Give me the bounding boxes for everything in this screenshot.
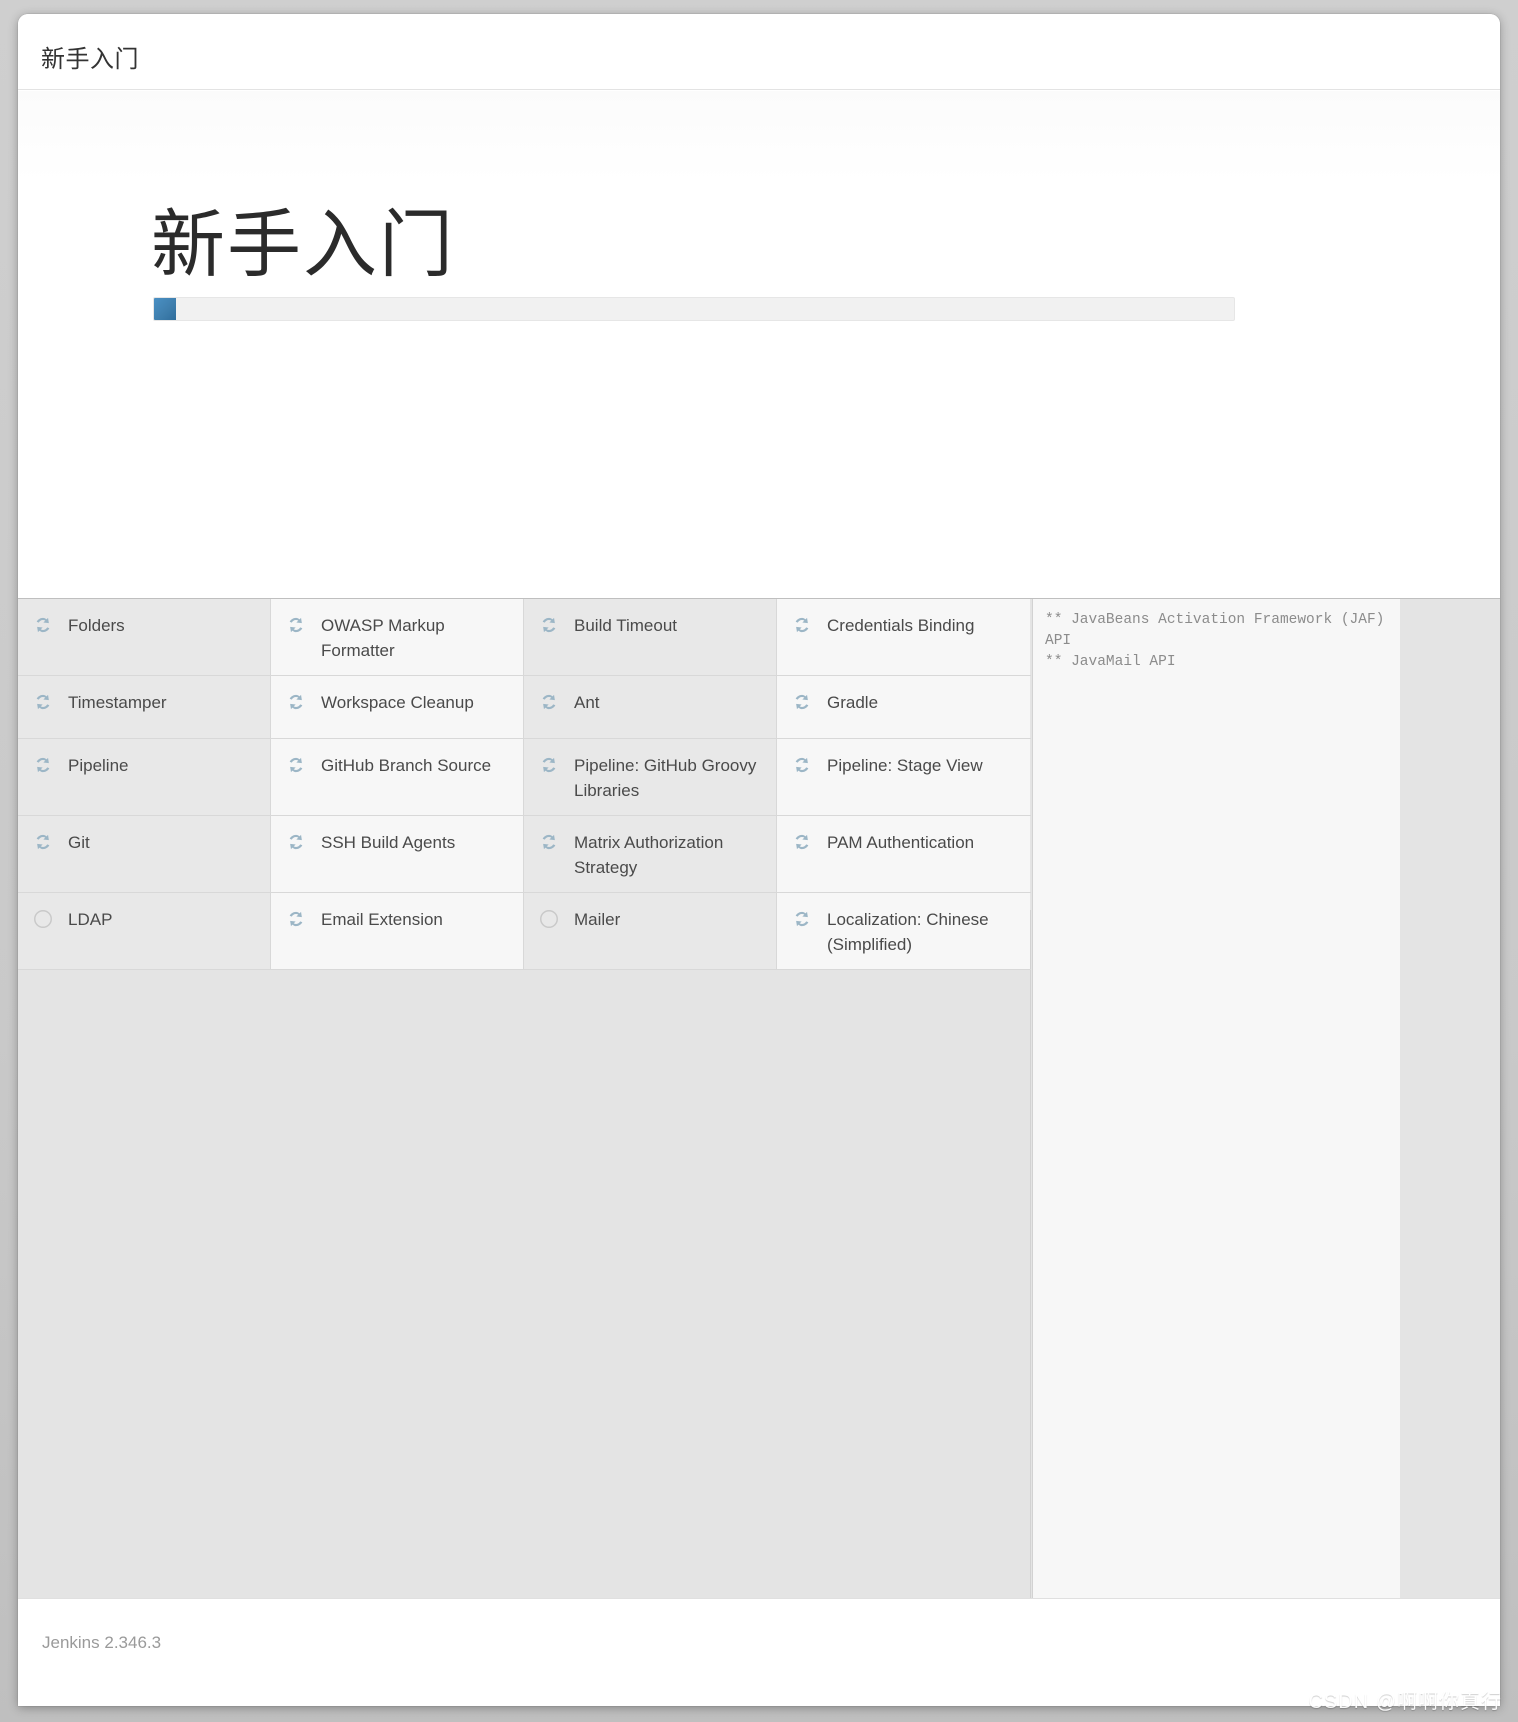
plugin-status-cell: Email Extension [271, 893, 524, 969]
plugin-row: Timestamper Workspace Cleanup Ant Gradle [18, 676, 1031, 739]
plugin-status-cell: SSH Build Agents [271, 816, 524, 892]
plugin-status-grid: Folders OWASP Markup Formatter Build Timeo… [18, 599, 1031, 970]
plugin-name-label: Timestamper [68, 693, 167, 712]
install-status-region: Folders OWASP Markup Formatter Build Timeo… [18, 598, 1500, 1706]
footer: Jenkins 2.346.3 [18, 1598, 1500, 1706]
refresh-arrows-icon [795, 911, 809, 927]
install-progress-fill [154, 298, 176, 320]
plugin-name-label: Ant [574, 693, 600, 712]
plugin-name-label: Mailer [574, 910, 621, 929]
plugin-name-label: Localization: Chinese (Simplified) [827, 910, 989, 954]
plugin-status-cell: Pipeline [18, 739, 271, 815]
plugin-status-cell: Build Timeout [524, 599, 777, 675]
refresh-arrows-icon [36, 617, 50, 633]
plugin-status-cell: Git [18, 816, 271, 892]
refresh-arrows-icon [542, 617, 556, 633]
plugin-name-label: Credentials Binding [827, 616, 975, 635]
plugin-status-cell: Pipeline: Stage View [777, 739, 1030, 815]
plugin-name-label: OWASP Markup Formatter [321, 616, 445, 660]
refresh-arrows-icon [289, 834, 303, 850]
empty-circle-icon [34, 910, 52, 928]
install-log-text: ** JavaBeans Activation Framework (JAF) … [1045, 612, 1385, 670]
plugin-name-label: LDAP [68, 910, 113, 929]
plugin-status-cell: Timestamper [18, 676, 271, 738]
plugin-name-label: Pipeline [68, 756, 129, 775]
refresh-arrows-icon [36, 757, 50, 773]
plugin-name-label: PAM Authentication [827, 833, 975, 852]
plugin-status-cell: Pipeline: GitHub Groovy Libraries [524, 739, 777, 815]
refresh-arrows-icon [289, 694, 303, 710]
plugin-status-cell: Matrix Authorization Strategy [524, 816, 777, 892]
plugin-status-cell: Folders [18, 599, 271, 675]
plugin-name-label: Pipeline: GitHub Groovy Libraries [574, 756, 757, 800]
refresh-arrows-icon [795, 757, 809, 773]
plugin-status-cell: Gradle [777, 676, 1030, 738]
plugin-name-label: Gradle [827, 693, 879, 712]
refresh-arrows-icon [289, 911, 303, 927]
plugin-status-cell: PAM Authentication [777, 816, 1030, 892]
refresh-arrows-icon [36, 694, 50, 710]
refresh-arrows-icon [36, 834, 50, 850]
plugin-name-label: Git [68, 833, 90, 852]
plugin-status-cell: Mailer [524, 893, 777, 969]
titlebar: 新手入门 [18, 14, 1500, 90]
plugin-name-label: Folders [68, 616, 125, 635]
plugin-status-cell: Localization: Chinese (Simplified) [777, 893, 1030, 969]
plugin-row: Git SSH Build Agents Matrix Authorization … [18, 816, 1031, 893]
plugin-name-label: Matrix Authorization Strategy [574, 833, 724, 877]
plugin-row: LDAP Email Extension Mailer Localization: C… [18, 893, 1031, 970]
plugin-status-cell: Ant [524, 676, 777, 738]
refresh-arrows-icon [542, 834, 556, 850]
jenkins-version-label: Jenkins 2.346.3 [42, 1633, 162, 1652]
install-progress-bar [153, 297, 1235, 321]
page-root: 新手入门 新手入门 Folders OWASP Markup Formatter B… [0, 0, 1518, 1722]
setup-wizard-window: 新手入门 新手入门 Folders OWASP Markup Formatter B… [18, 14, 1500, 1706]
empty-circle-icon [540, 910, 558, 928]
plugin-row: Pipeline GitHub Branch Source Pipeline: Gi… [18, 739, 1031, 816]
refresh-arrows-icon [289, 617, 303, 633]
plugin-row: Folders OWASP Markup Formatter Build Timeo… [18, 599, 1031, 676]
refresh-arrows-icon [542, 694, 556, 710]
hero-section: 新手入门 [18, 91, 1500, 598]
refresh-arrows-icon [289, 757, 303, 773]
plugin-name-label: Email Extension [321, 910, 443, 929]
plugin-name-label: Workspace Cleanup [321, 693, 474, 712]
plugin-status-cell: LDAP [18, 893, 271, 969]
refresh-arrows-icon [795, 694, 809, 710]
plugin-name-label: GitHub Branch Source [321, 756, 492, 775]
refresh-arrows-icon [795, 834, 809, 850]
refresh-arrows-icon [542, 757, 556, 773]
install-log-panel: ** JavaBeans Activation Framework (JAF) … [1032, 599, 1400, 1706]
plugin-status-cell: OWASP Markup Formatter [271, 599, 524, 675]
plugin-name-label: SSH Build Agents [321, 833, 456, 852]
refresh-arrows-icon [795, 617, 809, 633]
plugin-status-cell: Credentials Binding [777, 599, 1030, 675]
plugin-name-label: Build Timeout [574, 616, 677, 635]
plugin-grid-filler [18, 910, 1031, 1706]
plugin-name-label: Pipeline: Stage View [827, 756, 983, 775]
page-title: 新手入门 [151, 203, 455, 286]
titlebar-title: 新手入门 [41, 46, 139, 73]
plugin-status-cell: GitHub Branch Source [271, 739, 524, 815]
plugin-status-cell: Workspace Cleanup [271, 676, 524, 738]
